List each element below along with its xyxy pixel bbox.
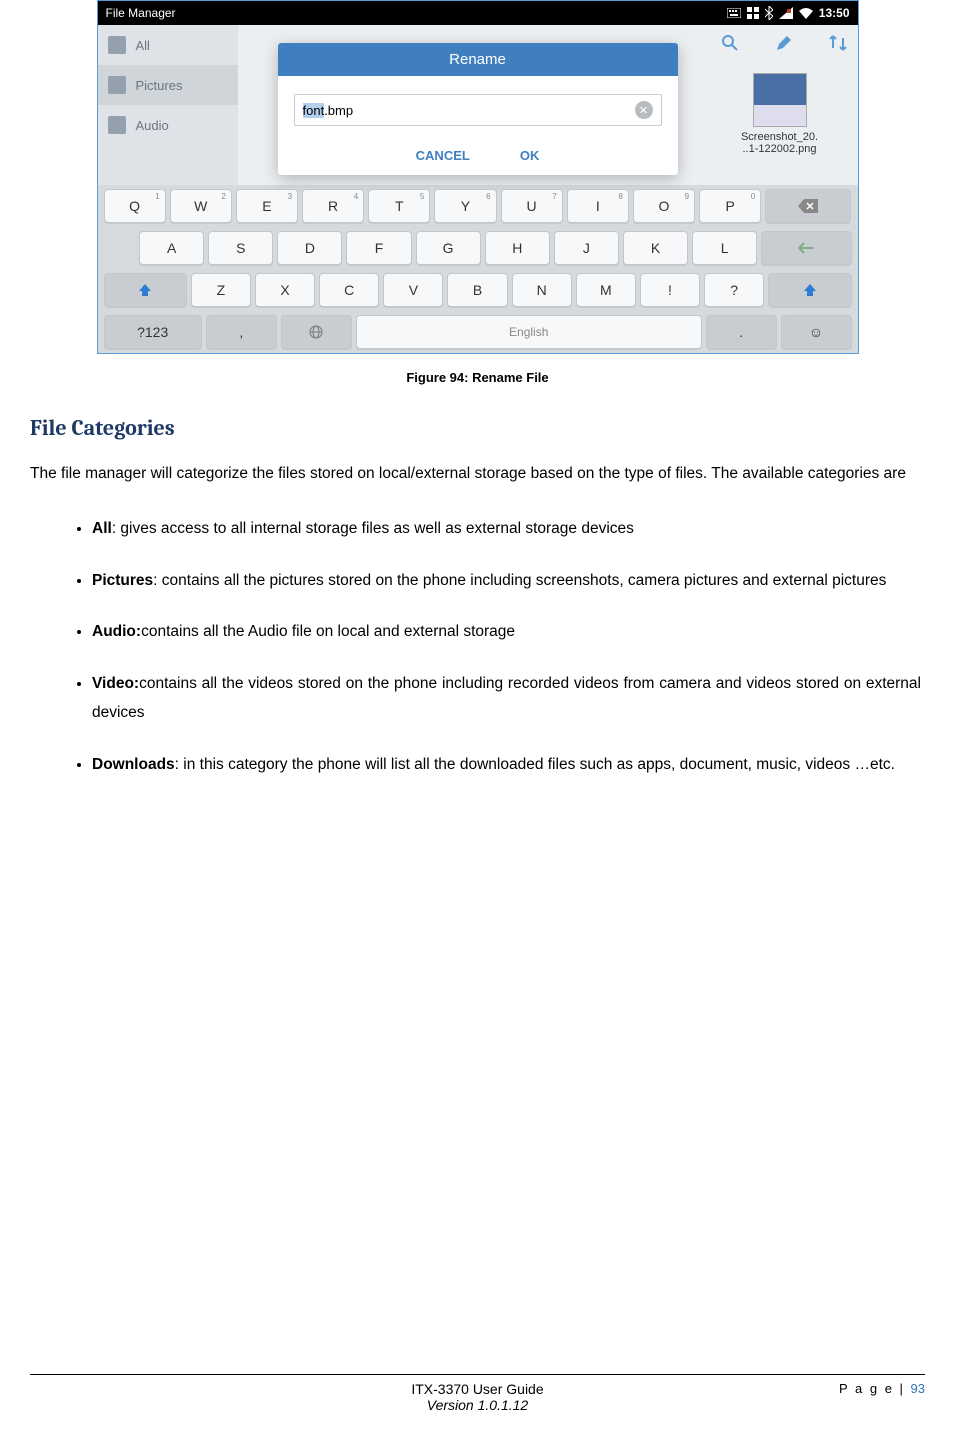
cancel-button[interactable]: CANCEL	[416, 148, 470, 163]
category-desc: : gives access to all internal storage f…	[112, 520, 634, 537]
thumbnail-image	[753, 73, 807, 127]
category-desc: contains all the Audio file on local and…	[141, 623, 515, 640]
android-status-bar: File Manager 13:50	[98, 1, 858, 25]
key-d[interactable]: D	[277, 231, 342, 265]
sidebar-item-audio[interactable]: Audio	[98, 105, 238, 145]
key-s[interactable]: S	[208, 231, 273, 265]
status-time: 13:50	[819, 6, 850, 20]
key-a[interactable]: A	[139, 231, 204, 265]
sort-icon[interactable]	[828, 33, 848, 53]
key-q[interactable]: Q1	[104, 189, 166, 223]
sidebar-label-pictures: Pictures	[136, 78, 183, 93]
key-h[interactable]: H	[485, 231, 550, 265]
search-icon[interactable]	[720, 33, 740, 53]
input-rest-text: .bmp	[324, 103, 353, 118]
category-item: Pictures: contains all the pictures stor…	[92, 566, 925, 595]
thumbnail-name-2: ..1-122002.png	[730, 143, 830, 155]
key-r[interactable]: R4	[302, 189, 364, 223]
key-enter[interactable]	[761, 231, 851, 265]
figure-caption: Figure 94: Rename File	[30, 370, 925, 385]
key-backspace[interactable]	[765, 189, 851, 223]
key-qmark[interactable]: ?	[704, 273, 764, 307]
key-i[interactable]: I8	[567, 189, 629, 223]
key-f[interactable]: F	[346, 231, 411, 265]
file-thumbnail[interactable]: Screenshot_20. ..1-122002.png	[730, 73, 830, 155]
app-title: File Manager	[98, 6, 176, 20]
key-symbols[interactable]: ?123	[104, 315, 202, 349]
grid-icon	[747, 7, 759, 19]
category-name: Video:	[92, 675, 139, 692]
sidebar-item-pictures[interactable]: Pictures	[98, 65, 238, 105]
keyboard-icon	[727, 8, 741, 18]
category-name: Audio:	[92, 623, 141, 640]
key-b[interactable]: B	[447, 273, 507, 307]
key-v[interactable]: V	[383, 273, 443, 307]
folder-icon	[108, 36, 126, 54]
key-shift-right[interactable]	[768, 273, 851, 307]
category-desc: : contains all the pictures stored on th…	[153, 572, 886, 589]
footer-version: Version 1.0.1.12	[30, 1397, 925, 1413]
intro-paragraph: The file manager will categorize the fil…	[30, 459, 925, 488]
key-emoji[interactable]: ☺	[781, 315, 852, 349]
category-name: All	[92, 520, 112, 537]
image-icon	[108, 76, 126, 94]
rename-input[interactable]: font.bmp ✕	[294, 94, 662, 126]
category-item: All: gives access to all internal storag…	[92, 514, 925, 543]
category-desc: contains all the videos stored on the ph…	[92, 675, 921, 721]
key-n[interactable]: N	[512, 273, 572, 307]
clear-input-icon[interactable]: ✕	[635, 101, 653, 119]
soft-keyboard: Q1W2E3R4T5Y6U7I8O9P0 ASDFGHJKL ZXCVBNM!?…	[98, 185, 858, 353]
key-comma[interactable]: ,	[206, 315, 277, 349]
key-t[interactable]: T5	[368, 189, 430, 223]
key-c[interactable]: C	[319, 273, 379, 307]
key-space[interactable]: English	[356, 315, 702, 349]
category-desc: : in this category the phone will list a…	[175, 756, 895, 773]
key-y[interactable]: Y6	[434, 189, 496, 223]
key-m[interactable]: M	[576, 273, 636, 307]
page-number: P a g e | 93	[839, 1381, 925, 1396]
toolbar	[720, 33, 848, 53]
rename-dialog: Rename font.bmp ✕ CANCEL OK	[278, 43, 678, 175]
category-list: All: gives access to all internal storag…	[30, 514, 925, 779]
input-selected-text: font	[303, 103, 325, 118]
key-o[interactable]: O9	[633, 189, 695, 223]
section-heading: File Categories	[30, 415, 925, 441]
key-z[interactable]: Z	[191, 273, 251, 307]
key-p[interactable]: P0	[699, 189, 761, 223]
key-period[interactable]: .	[706, 315, 777, 349]
sidebar-label-all: All	[136, 38, 150, 53]
key-l[interactable]: L	[692, 231, 757, 265]
key-g[interactable]: G	[416, 231, 481, 265]
key-x[interactable]: X	[255, 273, 315, 307]
key-e[interactable]: E3	[236, 189, 298, 223]
key-excl[interactable]: !	[640, 273, 700, 307]
page-footer: P a g e | 93 ITX-3370 User Guide Version…	[30, 1374, 925, 1413]
category-name: Pictures	[92, 572, 153, 589]
sidebar-label-audio: Audio	[136, 118, 169, 133]
sidebar-item-all[interactable]: All	[98, 25, 238, 65]
thumbnail-name-1: Screenshot_20.	[730, 131, 830, 143]
key-globe[interactable]	[281, 315, 352, 349]
network-icon	[779, 7, 793, 19]
category-sidebar: All Pictures Audio	[98, 25, 238, 185]
audio-icon	[108, 116, 126, 134]
wifi-icon	[799, 8, 813, 19]
status-tray: 13:50	[727, 6, 858, 20]
figure-screenshot: File Manager 13:50	[97, 0, 859, 354]
key-k[interactable]: K	[623, 231, 688, 265]
footer-guide: ITX-3370 User Guide	[30, 1381, 925, 1397]
key-w[interactable]: W2	[170, 189, 232, 223]
dialog-title: Rename	[278, 43, 678, 76]
category-item: Video:contains all the videos stored on …	[92, 669, 925, 728]
category-item: Audio:contains all the Audio file on loc…	[92, 617, 925, 646]
ok-button[interactable]: OK	[520, 148, 540, 163]
category-item: Downloads: in this category the phone wi…	[92, 750, 925, 779]
key-u[interactable]: U7	[501, 189, 563, 223]
file-manager-body: All Pictures Audio Screenshot_20. ..1-12…	[98, 25, 858, 185]
category-name: Downloads	[92, 756, 175, 773]
key-j[interactable]: J	[554, 231, 619, 265]
edit-icon[interactable]	[774, 33, 794, 53]
bluetooth-icon	[765, 6, 773, 20]
key-shift-left[interactable]	[104, 273, 187, 307]
